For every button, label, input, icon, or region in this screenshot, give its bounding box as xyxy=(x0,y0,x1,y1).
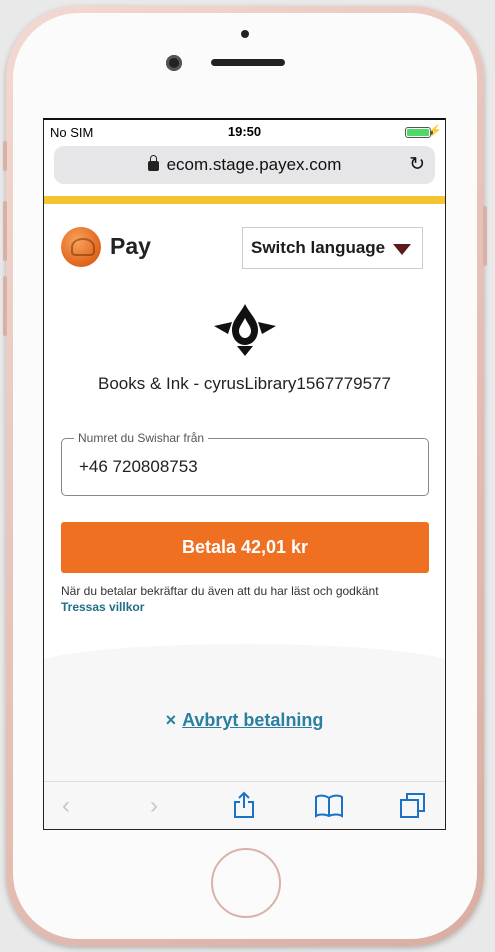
merchant-logo-icon xyxy=(214,304,276,356)
cancel-payment-label: Avbryt betalning xyxy=(182,710,324,730)
url-text: ecom.stage.payex.com xyxy=(166,155,342,174)
clock: 19:50 xyxy=(227,124,262,139)
url-container: ecom.stage.payex.com xyxy=(54,155,435,175)
power-button xyxy=(483,206,487,266)
lock-icon xyxy=(147,155,159,171)
terms-link[interactable]: Tressas villkor xyxy=(61,599,431,615)
phone-number-field[interactable]: Numret du Swishar från xyxy=(61,431,429,496)
tabs-icon[interactable] xyxy=(399,792,427,820)
switch-language-label: Switch language xyxy=(251,238,386,257)
volume-down-button xyxy=(3,276,7,336)
payex-logo-icon xyxy=(61,227,101,267)
address-bar[interactable]: ecom.stage.payex.com ↻ xyxy=(54,146,435,184)
front-camera xyxy=(166,55,182,71)
charging-icon: ⚡ xyxy=(428,125,442,137)
switch-language-button[interactable]: Switch language xyxy=(242,227,423,269)
brand-stripe xyxy=(44,196,445,204)
pay-button[interactable]: Betala 42,01 kr xyxy=(61,522,429,573)
payment-page: Pay Switch language Books & Ink - cyrusL… xyxy=(44,204,445,824)
terms-notice: När du betalar bekräftar du även att du … xyxy=(61,583,431,615)
brand-name: Pay xyxy=(110,233,151,259)
phone-screen: No SIM 19:50 ⚡ ecom.stage.payex.com ↻ Pa… xyxy=(43,118,446,830)
status-bar: No SIM 19:50 ⚡ xyxy=(44,120,445,146)
phone-number-input[interactable] xyxy=(79,457,409,477)
reload-icon[interactable]: ↻ xyxy=(409,153,425,176)
back-icon[interactable]: ‹ xyxy=(62,792,70,820)
mute-switch xyxy=(3,141,7,171)
forward-icon[interactable]: › xyxy=(150,792,158,820)
battery-icon xyxy=(405,127,431,138)
earpiece-speaker xyxy=(211,59,285,66)
share-icon[interactable] xyxy=(232,791,256,819)
book-icon[interactable] xyxy=(314,794,344,818)
front-sensor xyxy=(241,30,249,38)
phone-number-label: Numret du Swishar från xyxy=(74,431,209,445)
close-icon: × xyxy=(165,710,177,730)
merchant-name: Books & Ink - cyrusLibrary1567779577 xyxy=(98,374,391,393)
volume-up-button xyxy=(3,201,7,261)
cancel-payment-link[interactable]: × Avbryt betalning xyxy=(44,710,445,731)
caret-down-icon xyxy=(393,244,411,255)
browser-toolbar: ‹ › xyxy=(44,781,445,829)
terms-text: När du betalar bekräftar du även att du … xyxy=(61,584,379,598)
home-button[interactable] xyxy=(211,848,281,918)
